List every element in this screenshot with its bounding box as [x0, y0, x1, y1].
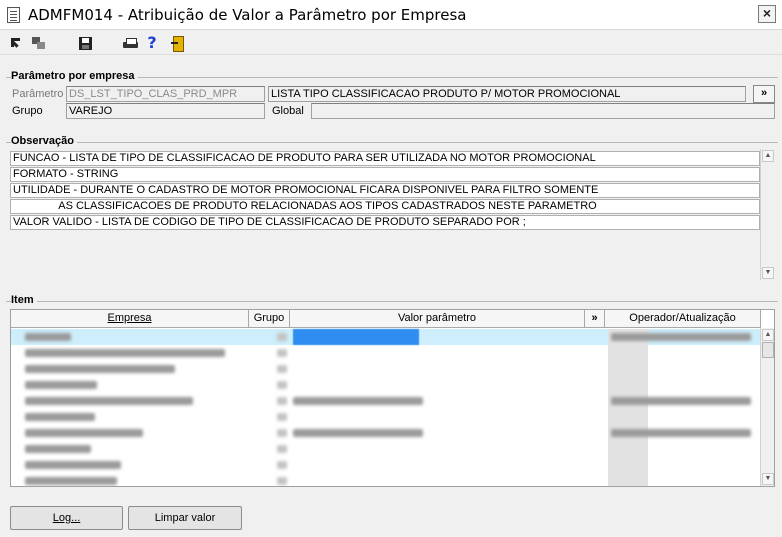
grupo-cell-redacted [277, 381, 287, 389]
grupo-cell-redacted [277, 365, 287, 373]
select-arrow-icon[interactable] [7, 34, 25, 52]
empresa-cell-redacted [25, 333, 71, 341]
valor-cell-redacted [293, 429, 423, 437]
observacao-line[interactable]: FUNCAO - LISTA DE TIPO DE CLASSIFICACAO … [10, 151, 760, 166]
column-header-more-button[interactable]: » [585, 310, 605, 328]
column-header-empresa[interactable]: Empresa [11, 310, 249, 328]
table-row[interactable] [11, 377, 761, 393]
scroll-up-icon[interactable]: ▲ [762, 150, 774, 162]
column-header-operador[interactable]: Operador/Atualização [605, 310, 761, 328]
more-button[interactable]: » [753, 85, 775, 103]
operador-cell [608, 409, 648, 425]
operador-cell [608, 473, 648, 486]
limpar-valor-button[interactable]: Limpar valor [128, 506, 242, 530]
operador-cell [608, 441, 648, 457]
operador-cell-redacted [611, 397, 751, 405]
observacao-line[interactable]: AS CLASSIFICACOES DE PRODUTO RELACIONADA… [10, 199, 760, 214]
empresa-cell-redacted [25, 461, 121, 469]
table-row[interactable] [11, 409, 761, 425]
global-field[interactable] [311, 103, 775, 119]
empresa-cell-redacted [25, 365, 175, 373]
parametro-legend: Parâmetro por empresa [11, 70, 138, 82]
operador-cell-redacted [611, 429, 751, 437]
operador-cell-redacted [611, 333, 751, 341]
parametro-description-field[interactable]: LISTA TIPO CLASSIFICACAO PRODUTO P/ MOTO… [268, 86, 746, 102]
empresa-cell-redacted [25, 413, 95, 421]
empresa-cell-redacted [25, 349, 225, 357]
table-row[interactable] [11, 473, 761, 486]
table-row[interactable] [11, 329, 761, 345]
grupo-cell-redacted [277, 333, 287, 341]
parametro-field[interactable]: DS_LST_TIPO_CLAS_PRD_MPR [66, 86, 265, 102]
exit-door-icon[interactable] [168, 34, 186, 52]
grupo-cell-redacted [277, 477, 287, 485]
global-label: Global [272, 105, 304, 117]
grupo-cell-redacted [277, 429, 287, 437]
empresa-cell-redacted [25, 429, 143, 437]
grupo-cell-redacted [277, 397, 287, 405]
empresa-cell-redacted [25, 381, 97, 389]
observacao-line[interactable]: VALOR VALIDO - LISTA DE CODIGO DE TIPO D… [10, 215, 760, 230]
grupo-cell-redacted [277, 413, 287, 421]
table-row[interactable] [11, 441, 761, 457]
windows-icon[interactable] [30, 34, 48, 52]
grupo-cell-redacted [277, 461, 287, 469]
item-grid: Empresa Grupo Valor parâmetro » Operador… [10, 309, 775, 487]
scroll-down-icon[interactable]: ▼ [762, 267, 774, 279]
close-button[interactable]: × [758, 5, 776, 23]
empresa-cell-redacted [25, 477, 117, 485]
grupo-cell-redacted [277, 445, 287, 453]
observacao-scrollbar[interactable]: ▲ ▼ [760, 149, 774, 280]
item-scrollbar[interactable]: ▲ ▼ [760, 328, 774, 486]
table-row[interactable] [11, 425, 761, 441]
empresa-cell-redacted [25, 397, 193, 405]
table-row[interactable] [11, 345, 761, 361]
window-title: ADMFM014 - Atribuição de Valor a Parâmet… [28, 6, 467, 24]
table-row[interactable] [11, 457, 761, 473]
scroll-thumb[interactable] [762, 342, 774, 358]
operador-cell [608, 361, 648, 377]
table-row[interactable] [11, 393, 761, 409]
table-row[interactable] [11, 361, 761, 377]
scroll-up-icon[interactable]: ▲ [762, 329, 774, 341]
save-icon[interactable] [76, 34, 94, 52]
item-legend: Item [11, 294, 37, 306]
operador-cell [608, 377, 648, 393]
log-button[interactable]: Log... [10, 506, 123, 530]
toolbar: ? [0, 31, 782, 55]
valor-cell-redacted [293, 397, 423, 405]
scroll-down-icon[interactable]: ▼ [762, 473, 774, 485]
observacao-line[interactable]: FORMATO - STRING [10, 167, 760, 182]
parametro-label: Parâmetro [12, 88, 64, 100]
grupo-cell-redacted [277, 349, 287, 357]
column-header-valor[interactable]: Valor parâmetro [290, 310, 585, 328]
grupo-label: Grupo [12, 105, 43, 117]
column-header-grupo[interactable]: Grupo [249, 310, 290, 328]
operador-cell [608, 345, 648, 361]
grupo-field[interactable]: VAREJO [66, 103, 265, 119]
empresa-cell-redacted [25, 445, 91, 453]
form-icon [7, 7, 20, 23]
title-bar: ADMFM014 - Atribuição de Valor a Parâmet… [0, 0, 782, 30]
help-icon[interactable]: ? [143, 34, 161, 52]
valor-cell-selected[interactable] [293, 329, 419, 345]
print-icon[interactable] [121, 34, 139, 52]
operador-cell [608, 457, 648, 473]
observacao-legend: Observação [11, 135, 77, 147]
observacao-line[interactable]: UTILIDADE - DURANTE O CADASTRO DE MOTOR … [10, 183, 760, 198]
